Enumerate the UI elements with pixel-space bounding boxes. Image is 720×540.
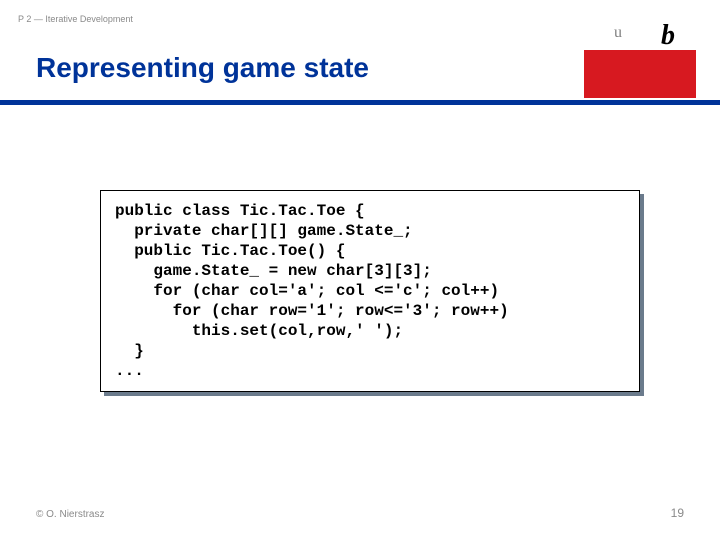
- logo-red-block: UNIVERSITÄT BERN: [584, 50, 696, 98]
- logo-letter-b: b: [661, 22, 675, 50]
- header-rule: [0, 100, 720, 105]
- university-logo: u b UNIVERSITÄT BERN: [584, 6, 696, 100]
- code-box-wrap: public class Tic.Tac.Toe { private char[…: [100, 190, 640, 392]
- slide: P 2 — Iterative Development Representing…: [0, 0, 720, 540]
- breadcrumb: P 2 — Iterative Development: [18, 14, 133, 24]
- code-content: public class Tic.Tac.Toe { private char[…: [115, 201, 625, 381]
- logo-letter-u: u: [614, 24, 622, 42]
- logo-caption-2: BERN: [590, 118, 614, 127]
- page-title: Representing game state: [36, 52, 369, 84]
- footer-page-number: 19: [671, 506, 684, 520]
- logo-caption-1: UNIVERSITÄT: [590, 106, 647, 115]
- logo-b-box: b: [644, 6, 692, 50]
- footer-copyright: © O. Nierstrasz: [36, 509, 105, 520]
- header-band: P 2 — Iterative Development Representing…: [0, 0, 720, 106]
- code-box: public class Tic.Tac.Toe { private char[…: [100, 190, 640, 392]
